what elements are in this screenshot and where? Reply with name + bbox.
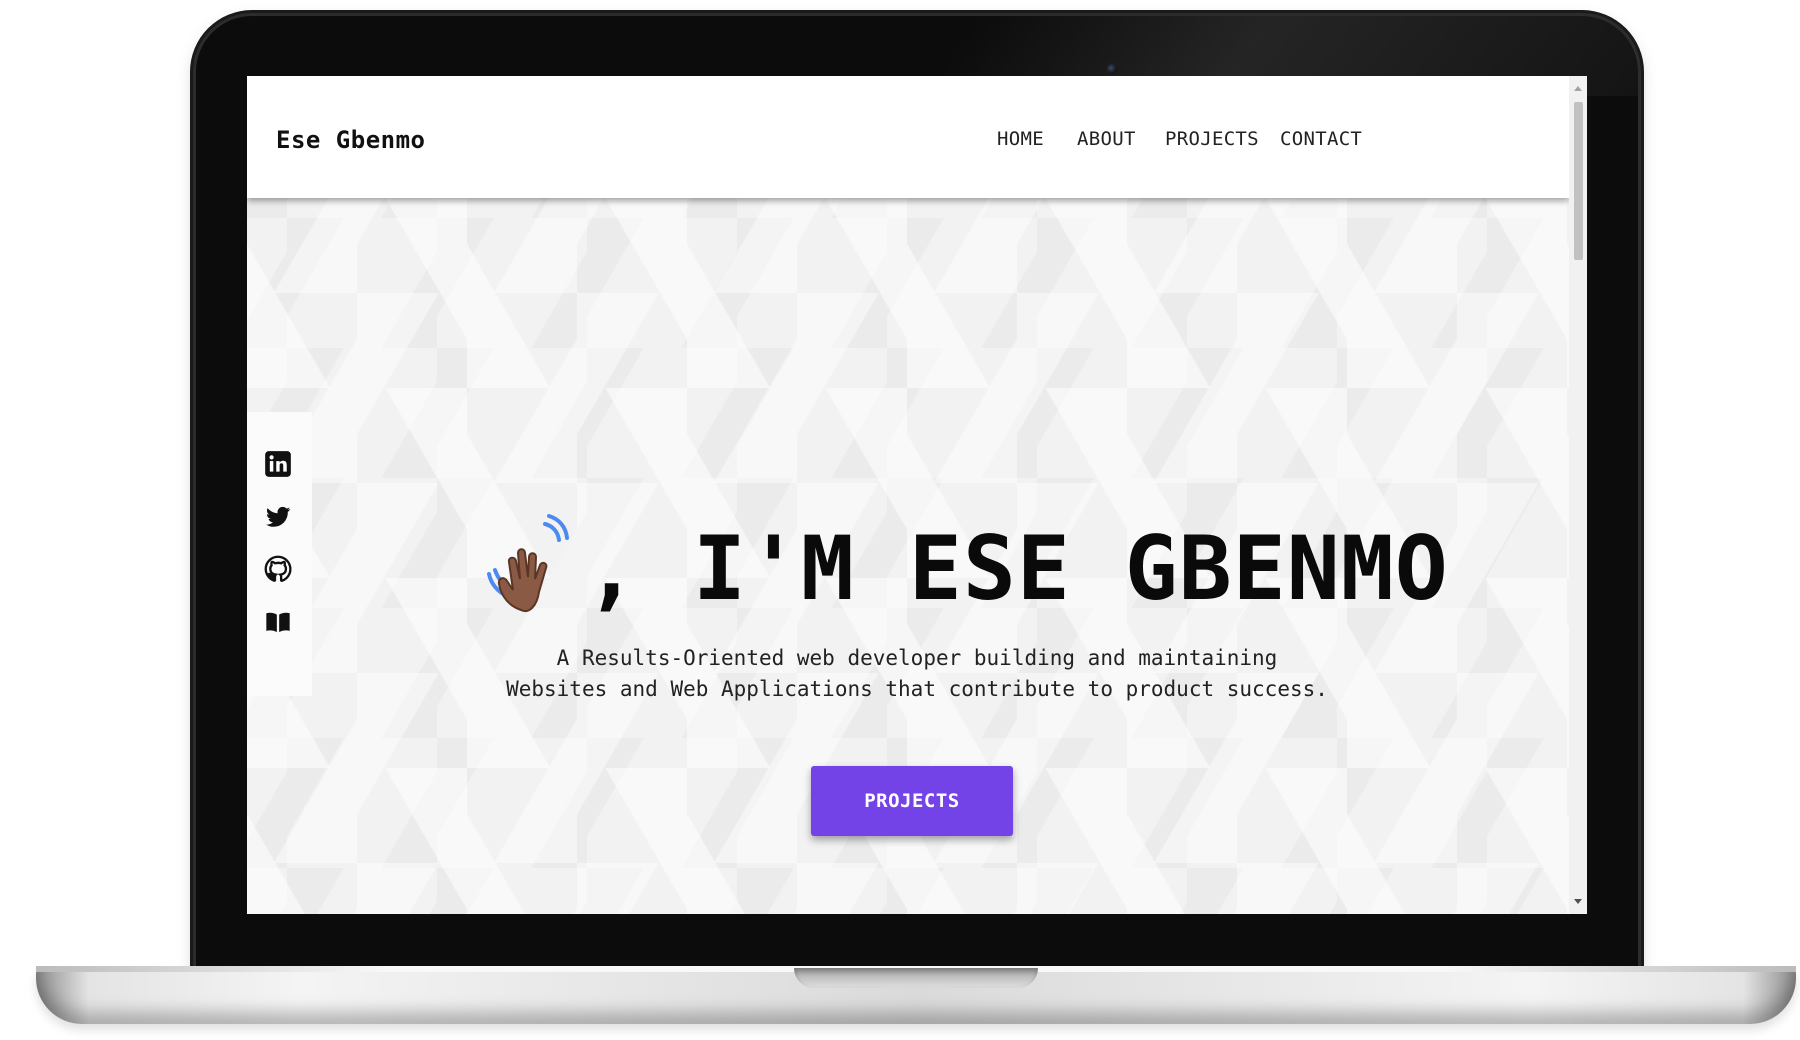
navbar: Ese Gbenmo HOME ABOUT PROJECTS CONTACT [247,76,1569,198]
projects-button[interactable]: PROJECTS [811,766,1013,836]
nav-projects[interactable]: PROJECTS [1165,128,1259,150]
laptop-base-notch [794,968,1038,988]
scroll-thumb[interactable] [1574,102,1583,260]
screen: Ese Gbenmo HOME ABOUT PROJECTS CONTACT ,… [247,76,1587,914]
nav-about[interactable]: ABOUT [1077,128,1136,150]
nav-contact[interactable]: CONTACT [1280,128,1362,150]
social-sidebar [247,412,312,696]
hero-subtitle: A Results-Oriented web developer buildin… [506,646,1328,701]
scroll-up-arrow[interactable] [1574,86,1582,91]
twitter-icon[interactable] [264,503,292,531]
waving-hand-icon [487,514,569,612]
scrollbar[interactable] [1569,76,1587,914]
hero-heading: , I'M ESE GBENMO [585,517,1449,620]
book-icon[interactable] [264,608,292,636]
hero-title: , I'M ESE GBENMO [487,514,1448,624]
webcam [1107,64,1117,74]
linkedin-icon[interactable] [264,450,292,478]
brand-logo[interactable]: Ese Gbenmo [276,126,426,154]
github-icon[interactable] [264,555,292,583]
nav-home[interactable]: HOME [997,128,1044,150]
scroll-down-arrow[interactable] [1574,899,1582,904]
